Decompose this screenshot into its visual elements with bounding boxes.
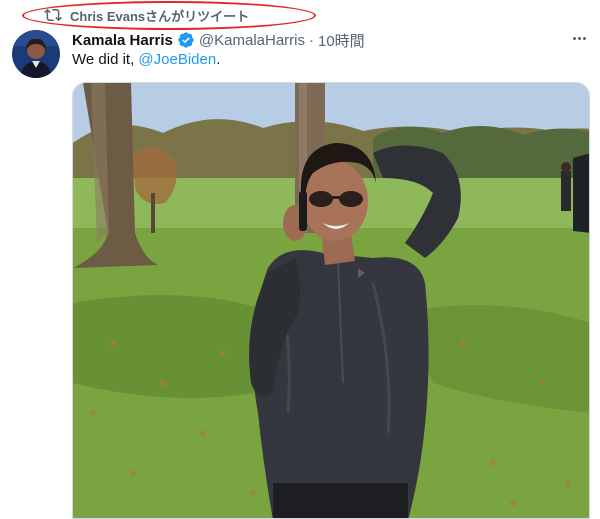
retweet-icon xyxy=(44,6,62,24)
author-handle[interactable]: @KamalaHarris xyxy=(199,32,305,49)
author-name[interactable]: Kamala Harris xyxy=(72,32,173,49)
retweet-context[interactable]: Chris Evansさんがリツイート xyxy=(44,6,249,24)
separator-dot: · xyxy=(309,31,314,49)
avatar[interactable] xyxy=(12,30,60,78)
tweet-text-suffix: . xyxy=(216,51,221,68)
more-options-icon[interactable] xyxy=(568,30,590,46)
tweet-header: Kamala Harris @KamalaHarris · 10時間 xyxy=(72,30,365,50)
video-still xyxy=(73,83,589,518)
mention-link[interactable]: @JoeBiden xyxy=(138,51,216,68)
retweeter-name[interactable]: Chris Evans xyxy=(70,9,145,24)
timestamp[interactable]: 10時間 xyxy=(318,30,365,51)
retweet-suffix: さんがリツイート xyxy=(145,8,250,24)
tweet-text: We did it, @JoeBiden. xyxy=(72,51,220,68)
tweet-media-video[interactable] xyxy=(72,82,590,519)
verified-badge-icon xyxy=(177,31,195,49)
tweet-text-prefix: We did it, xyxy=(72,51,139,68)
